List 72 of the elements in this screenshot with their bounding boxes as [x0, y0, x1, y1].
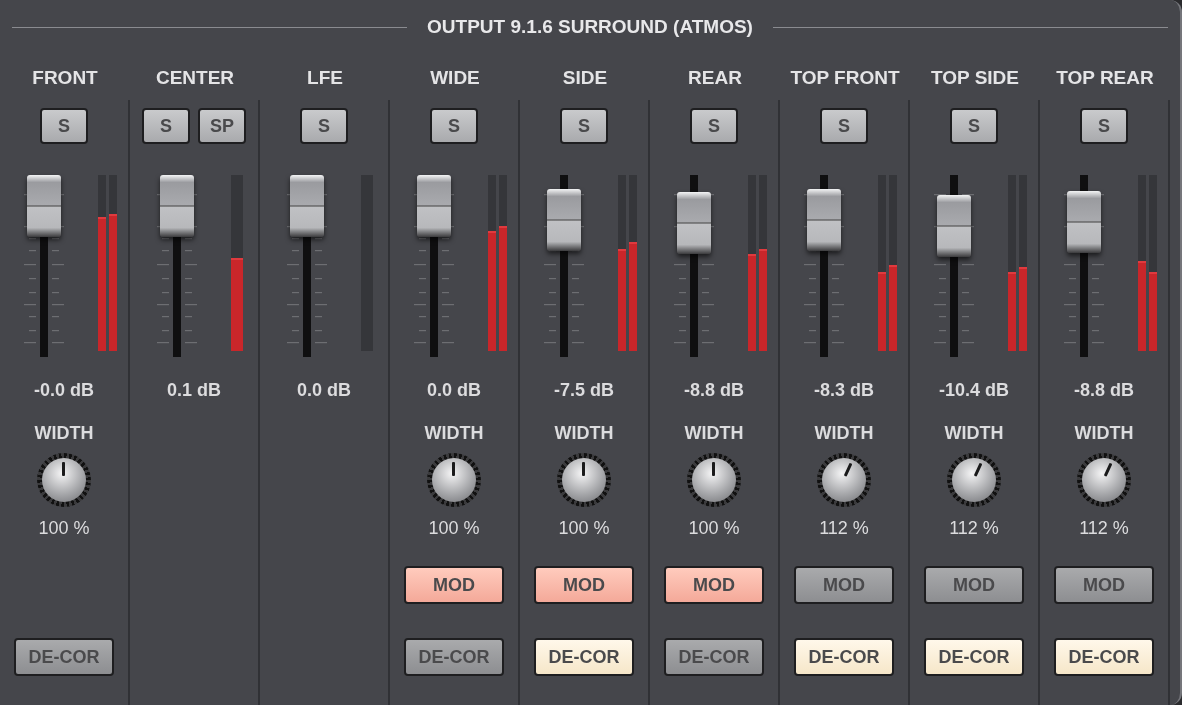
fader-thumb[interactable]: [290, 175, 324, 237]
decorrelate-button[interactable]: DE-COR: [14, 638, 114, 676]
fader-thumb[interactable]: [936, 195, 971, 258]
width-label: WIDTH: [684, 422, 744, 445]
width-knob[interactable]: [427, 453, 481, 507]
solo-button[interactable]: S: [820, 108, 868, 144]
width-label: WIDTH: [424, 422, 484, 445]
mod-button[interactable]: MOD: [924, 566, 1024, 604]
decorrelate-button[interactable]: DE-COR: [404, 638, 504, 676]
gain-readout: 0.0 dB: [427, 379, 481, 402]
fader-thumb[interactable]: [160, 175, 194, 237]
gain-readout: -8.8 dB: [1074, 379, 1134, 402]
gain-readout: 0.0 dB: [297, 379, 351, 402]
width-label: WIDTH: [34, 422, 94, 445]
fader-thumb[interactable]: [416, 175, 451, 237]
width-label: WIDTH: [944, 422, 1004, 445]
solo-button[interactable]: S: [950, 108, 998, 144]
decorrelate-button[interactable]: DE-COR: [1054, 638, 1154, 676]
fader-thumb[interactable]: [26, 175, 61, 237]
width-label: WIDTH: [554, 422, 614, 445]
mod-button[interactable]: MOD: [1054, 566, 1154, 604]
channel-name: CENTER: [154, 66, 236, 90]
width-readout: 100 %: [688, 517, 740, 540]
gain-readout: -0.0 dB: [34, 379, 94, 402]
solo-button[interactable]: S: [560, 108, 608, 144]
solo-button[interactable]: SP: [198, 108, 246, 144]
channel-name: FRONT: [31, 66, 99, 90]
width-knob[interactable]: [947, 453, 1001, 507]
width-readout: 100 %: [38, 517, 90, 540]
width-readout: 112 %: [819, 517, 869, 540]
gain-readout: -8.8 dB: [684, 379, 744, 402]
width-knob[interactable]: [1077, 453, 1131, 507]
channel-name: LFE: [306, 66, 344, 90]
width-readout: 112 %: [1079, 517, 1129, 540]
gain-readout: -10.4 dB: [939, 379, 1009, 402]
width-knob[interactable]: [557, 453, 611, 507]
decorrelate-button[interactable]: DE-COR: [794, 638, 894, 676]
channel-name: WIDE: [429, 66, 481, 90]
solo-button[interactable]: S: [142, 108, 190, 144]
channel-name: TOP FRONT: [789, 66, 901, 90]
decorrelate-button[interactable]: DE-COR: [664, 638, 764, 676]
gain-readout: -7.5 dB: [554, 379, 614, 402]
width-knob[interactable]: [817, 453, 871, 507]
solo-button[interactable]: S: [430, 108, 478, 144]
mod-button[interactable]: MOD: [404, 566, 504, 604]
mod-button[interactable]: MOD: [664, 566, 764, 604]
width-readout: 100 %: [558, 517, 610, 540]
channel-name: TOP SIDE: [930, 66, 1020, 90]
solo-button[interactable]: S: [40, 108, 88, 144]
width-label: WIDTH: [814, 422, 874, 445]
width-knob[interactable]: [37, 453, 91, 507]
decorrelate-button[interactable]: DE-COR: [534, 638, 634, 676]
width-readout: 112 %: [949, 517, 999, 540]
gain-readout: 0.1 dB: [167, 379, 221, 402]
solo-button[interactable]: S: [300, 108, 348, 144]
gain-readout: -8.3 dB: [814, 379, 874, 402]
panel-title: OUTPUT 9.1.6 SURROUND (ATMOS): [426, 15, 754, 40]
channel-name: REAR: [687, 66, 743, 90]
width-knob[interactable]: [687, 453, 741, 507]
mod-button[interactable]: MOD: [534, 566, 634, 604]
channel-name: SIDE: [561, 66, 609, 90]
fader-thumb[interactable]: [546, 189, 581, 252]
fader-thumb[interactable]: [676, 191, 711, 254]
fader-thumb[interactable]: [1066, 190, 1101, 253]
channel-name: TOP REAR: [1055, 66, 1155, 90]
solo-button[interactable]: S: [690, 108, 738, 144]
decorrelate-button[interactable]: DE-COR: [924, 638, 1024, 676]
mod-button[interactable]: MOD: [794, 566, 894, 604]
fader-thumb[interactable]: [806, 189, 841, 252]
width-readout: 100 %: [428, 517, 480, 540]
width-label: WIDTH: [1074, 422, 1134, 445]
solo-button[interactable]: S: [1080, 108, 1128, 144]
